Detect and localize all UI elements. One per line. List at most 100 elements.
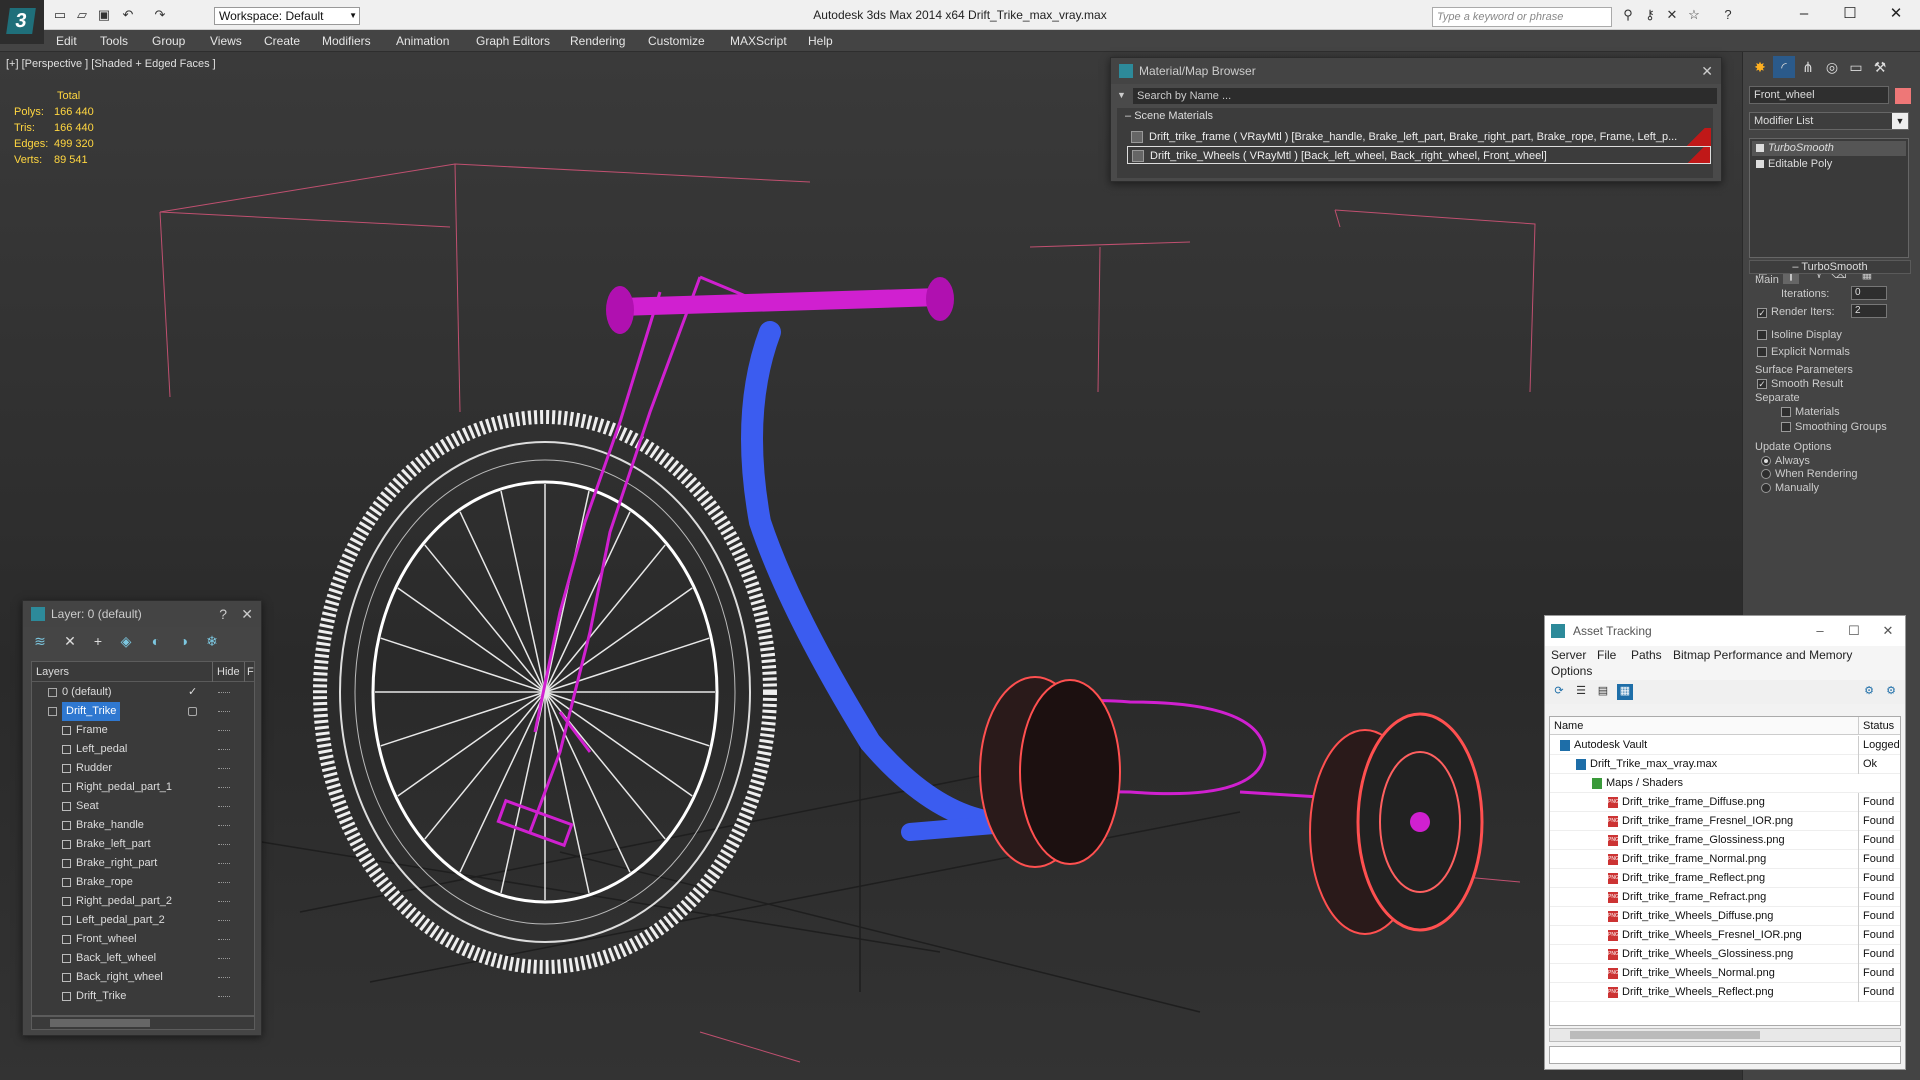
asset-row[interactable]: PNG Drift_trike_frame_Diffuse.png Found	[1550, 793, 1900, 812]
hide-toggle[interactable]	[218, 996, 230, 997]
hide-toggle[interactable]	[218, 825, 230, 826]
modifier-list-dropdown[interactable]: Modifier List ▼	[1749, 112, 1909, 130]
save-icon[interactable]: ▣	[96, 7, 112, 23]
menu-help[interactable]: Help	[808, 34, 833, 48]
manually-radio[interactable]	[1761, 483, 1771, 493]
isoline-checkbox[interactable]	[1757, 330, 1767, 340]
motion-tab-icon[interactable]: ◎	[1821, 56, 1843, 78]
hide-toggle[interactable]	[218, 958, 230, 959]
layer-row[interactable]: 0 (default) ✓	[32, 683, 254, 702]
asset-row[interactable]: PNG Drift_trike_Wheels_Glossiness.png Fo…	[1550, 945, 1900, 964]
when-rendering-radio[interactable]	[1761, 469, 1771, 479]
smoothing-groups-checkbox[interactable]	[1781, 422, 1791, 432]
viewport-label[interactable]: [+] [Perspective ] [Shaded + Edged Faces…	[6, 58, 216, 70]
menu-customize[interactable]: Customize	[648, 34, 705, 48]
hide-toggle[interactable]	[218, 844, 230, 845]
asset-row[interactable]: PNG Drift_trike_Wheels_Normal.png Found	[1550, 964, 1900, 983]
render-iters-spinner[interactable]: 2	[1851, 304, 1887, 318]
settings-icon[interactable]: ⚙	[1883, 684, 1899, 700]
create-tab-icon[interactable]: ✸	[1749, 56, 1771, 78]
hide-toggle[interactable]	[218, 863, 230, 864]
menu-modifiers[interactable]: Modifiers	[322, 34, 371, 48]
maximize-icon[interactable]: ☐	[1839, 616, 1869, 646]
asset-row[interactable]: Drift_Trike_max_vray.max Ok	[1550, 755, 1900, 774]
table-view-icon[interactable]: ▦	[1617, 684, 1633, 700]
col-status[interactable]: Status	[1858, 717, 1894, 735]
col-freeze[interactable]: F	[244, 662, 254, 682]
binoculars-icon[interactable]: ⚲	[1620, 7, 1636, 23]
active-layer-toggle-icon[interactable]	[188, 707, 197, 716]
explicit-normals-checkbox[interactable]	[1757, 347, 1767, 357]
hide-toggle[interactable]	[218, 749, 230, 750]
thumbnail-view-icon[interactable]: ▤	[1595, 684, 1611, 700]
hierarchy-tab-icon[interactable]: ⋔	[1797, 56, 1819, 78]
hide-toggle[interactable]	[218, 768, 230, 769]
stack-item-editable-poly[interactable]: Editable Poly	[1752, 157, 1906, 172]
delete-layer-icon[interactable]: ✕	[61, 633, 79, 651]
asset-row[interactable]: PNG Drift_trike_Wheels_Fresnel_IOR.png F…	[1550, 926, 1900, 945]
scene-materials-header[interactable]: – Scene Materials	[1117, 108, 1713, 124]
asset-tracking-header[interactable]: Asset Tracking – ☐ ✕	[1545, 616, 1905, 646]
object-row[interactable]: Frame	[32, 721, 254, 740]
list-view-icon[interactable]: ☰	[1573, 684, 1589, 700]
object-row[interactable]: Front_wheel	[32, 930, 254, 949]
col-hide[interactable]: Hide	[212, 662, 240, 682]
always-radio[interactable]	[1761, 456, 1771, 466]
menu-group[interactable]: Group	[152, 34, 185, 48]
menu-rendering[interactable]: Rendering	[570, 34, 625, 48]
menu-animation[interactable]: Animation	[396, 34, 449, 48]
layer-row[interactable]: Drift_Trike	[32, 702, 254, 721]
layer-scrollbar[interactable]	[31, 1016, 255, 1030]
asset-row[interactable]: PNG Drift_trike_Wheels_Diffuse.png Found	[1550, 907, 1900, 926]
undo-icon[interactable]: ↶	[120, 7, 136, 23]
object-row[interactable]: Left_pedal	[32, 740, 254, 759]
expand-icon[interactable]	[1756, 160, 1764, 168]
asset-row[interactable]: PNG Drift_trike_frame_Glossiness.png Fou…	[1550, 831, 1900, 850]
open-file-icon[interactable]: ▱	[74, 7, 90, 23]
asset-row[interactable]: PNG Drift_trike_frame_Fresnel_IOR.png Fo…	[1550, 812, 1900, 831]
help-icon[interactable]: ?	[1720, 7, 1736, 23]
asset-menu-paths[interactable]: Paths	[1631, 648, 1662, 662]
layer-panel-header[interactable]: Layer: 0 (default)? ✕	[23, 601, 261, 627]
maximize-icon[interactable]: ☐	[1830, 3, 1870, 25]
tools-icon[interactable]: ✕	[1664, 7, 1680, 23]
hide-toggle[interactable]	[218, 977, 230, 978]
menu-create[interactable]: Create	[264, 34, 300, 48]
close-icon[interactable]: ✕	[241, 601, 253, 627]
object-row[interactable]: Brake_right_part	[32, 854, 254, 873]
menu-graph-editors[interactable]: Graph Editors	[476, 34, 550, 48]
chevron-down-icon[interactable]: ▼	[1117, 90, 1126, 100]
menu-views[interactable]: Views	[210, 34, 242, 48]
smooth-result-checkbox[interactable]: ✓	[1757, 379, 1767, 389]
object-row[interactable]: Brake_rope	[32, 873, 254, 892]
col-name[interactable]: Name	[1554, 717, 1583, 735]
render-iters-checkbox[interactable]: ✓	[1757, 308, 1767, 318]
redo-icon[interactable]: ↷	[152, 7, 168, 23]
minimize-icon[interactable]: –	[1805, 616, 1835, 646]
asset-menu-file[interactable]: File	[1597, 648, 1616, 662]
material-item[interactable]: Drift_trike_Wheels ( VRayMtl ) [Back_lef…	[1127, 146, 1711, 164]
asset-row[interactable]: Autodesk Vault Logged O	[1550, 736, 1900, 755]
asset-menu-server[interactable]: Server	[1551, 648, 1586, 662]
asset-row[interactable]: PNG Drift_trike_frame_Normal.png Found	[1550, 850, 1900, 869]
object-row[interactable]: Right_pedal_part_1	[32, 778, 254, 797]
object-row[interactable]: Right_pedal_part_2	[32, 892, 254, 911]
close-icon[interactable]: ✕	[1876, 3, 1916, 25]
scrollbar-thumb[interactable]	[1570, 1031, 1760, 1039]
material-search-input[interactable]: Search by Name ...	[1133, 88, 1717, 104]
help-icon[interactable]: ?	[219, 601, 227, 627]
object-row[interactable]: Brake_left_part	[32, 835, 254, 854]
hide-toggle[interactable]	[218, 692, 230, 693]
workspace-dropdown[interactable]: Workspace: Default ▼	[214, 7, 360, 25]
close-icon[interactable]: ✕	[1873, 616, 1903, 646]
object-row[interactable]: Left_pedal_part_2	[32, 911, 254, 930]
scrollbar-thumb[interactable]	[50, 1019, 150, 1027]
object-row[interactable]: Seat	[32, 797, 254, 816]
object-row[interactable]: Drift_Trike	[32, 987, 254, 1006]
hide-toggle[interactable]	[218, 939, 230, 940]
asset-menu-bitmap[interactable]: Bitmap Performance and Memory	[1673, 648, 1852, 662]
refresh-icon[interactable]: ⟳	[1551, 684, 1567, 700]
asset-menu-options[interactable]: Options	[1551, 664, 1592, 678]
modify-tab-icon[interactable]: ◜	[1773, 56, 1795, 78]
app-logo[interactable]: 3	[0, 0, 44, 44]
